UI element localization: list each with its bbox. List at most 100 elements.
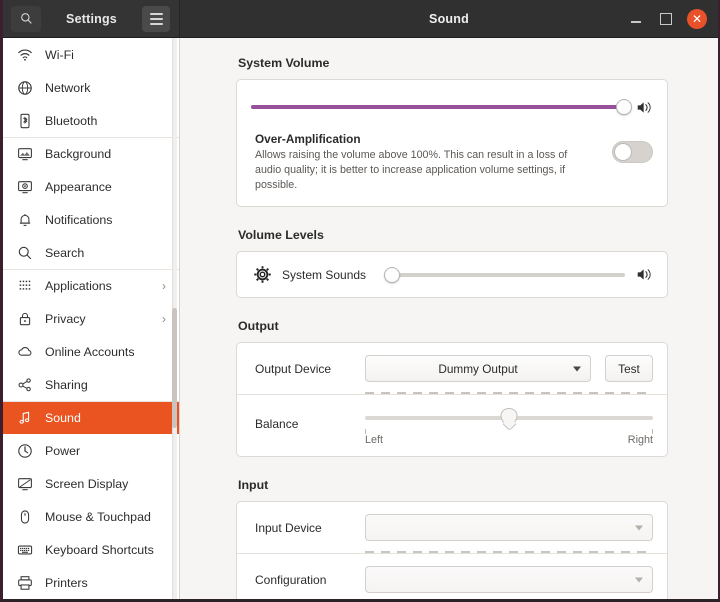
balance-slider-handle[interactable] [500,408,518,426]
sidebar-item-mouse-touchpad[interactable]: Mouse & Touchpad [3,500,179,533]
sidebar-item-label: Screen Display [45,476,129,491]
sidebar-item-label: Keyboard Shortcuts [45,542,154,557]
sidebar-item-label: Notifications [45,212,113,227]
sidebar-list: Wi-Fi Network Bluetooth Background Appearanc… [3,38,179,599]
system-volume-slider[interactable] [251,98,632,116]
sidebar-item-power[interactable]: Power [3,434,179,467]
sidebar-item-printers[interactable]: Printers [3,566,179,599]
sidebar-scrollbar-thumb[interactable] [172,308,177,428]
balance-label: Balance [255,417,299,432]
sidebar-item-keyboard-shortcuts[interactable]: Keyboard Shortcuts [3,533,179,566]
sidebar-item-sound[interactable]: Sound [3,401,179,434]
chevron-down-icon [573,366,581,372]
maximize-button[interactable] [657,10,674,27]
slider-fill [251,105,624,109]
gear-icon [253,265,272,284]
input-device-dropdown[interactable] [365,514,653,542]
system-sounds-slider[interactable] [384,266,625,284]
sidebar-item-label: Mouse & Touchpad [45,509,151,524]
sidebar-item-notifications[interactable]: Notifications [3,203,179,236]
bell-icon [16,211,33,228]
appearance-icon [16,178,33,195]
cloud-icon [16,343,33,360]
sidebar-item-label: Privacy [45,311,86,326]
section-title-system-volume: System Volume [238,56,330,70]
configuration-dropdown[interactable] [365,566,653,594]
chevron-right-icon: › [162,279,166,293]
input-level-meter [365,551,653,554]
over-amplification-toggle[interactable] [612,141,653,163]
minimize-button[interactable] [627,10,644,27]
over-amplification-text: Over-Amplification Allows raising the vo… [255,132,600,192]
sidebar-item-appearance[interactable]: Appearance [3,170,179,203]
sidebar-item-search[interactable]: Search [3,236,179,269]
balance-left-label: Left [365,434,384,447]
sidebar-item-wi-fi[interactable]: Wi-Fi [3,38,179,71]
chevron-down-icon [635,577,643,583]
search-button[interactable] [11,5,41,32]
speaker-volume-icon [635,98,653,116]
slider-handle[interactable] [616,99,632,115]
window-controls: ✕ [627,8,718,29]
screen-display-icon [16,475,33,492]
output-card: Output Device Dummy Output Test Balance [236,342,668,458]
balance-endpoints: Left Right [365,434,653,446]
power-icon [16,442,33,459]
sidebar-item-bluetooth[interactable]: Bluetooth [3,104,179,137]
wifi-icon [16,46,33,63]
configuration-label: Configuration [255,572,327,587]
input-device-label: Input Device [255,520,322,535]
section-title-input: Input [238,478,269,493]
settings-window: Settings Sound ✕ Wi-Fi Network Bluetooth Ba… [0,0,720,602]
sidebar-item-label: Bluetooth [45,113,98,128]
background-icon [16,146,33,163]
input-device-row: Input Device [237,502,667,554]
test-button[interactable]: Test [605,355,653,383]
titlebar-main-section: Sound ✕ [180,0,718,37]
printer-icon [16,574,33,591]
slider-handle[interactable] [384,266,401,283]
chevron-down-icon [635,525,643,531]
search-icon [20,13,32,24]
settings-title: Settings [66,11,117,26]
main-content: System Volume Over-Amplification Allows … [180,38,718,599]
sidebar-item-online-accounts[interactable]: Online Accounts [3,335,179,368]
share-nodes-icon [16,376,33,393]
lock-icon [16,310,33,327]
output-device-dropdown[interactable]: Dummy Output [365,355,591,383]
hamburger-menu-icon[interactable] [142,5,170,32]
input-card: Input Device Configuration [236,501,668,599]
balance-control: Left Right [365,407,653,446]
sidebar-item-label: Power [45,443,81,458]
speaker-volume-icon [635,266,653,284]
sidebar-item-applications[interactable]: Applications › [3,269,179,302]
sidebar-item-background[interactable]: Background [3,137,179,170]
keyboard-icon [16,541,33,558]
sidebar-item-sharing[interactable]: Sharing [3,368,179,401]
title-bar: Settings Sound ✕ [3,0,718,38]
applications-grid-icon [16,278,33,295]
sidebar: Wi-Fi Network Bluetooth Background Appearanc… [3,38,180,599]
chevron-right-icon: › [162,311,166,326]
network-globe-icon [16,79,33,96]
system-volume-row [237,80,667,122]
sidebar-item-screen-display[interactable]: Screen Display [3,467,179,500]
music-note-icon [16,410,33,427]
sidebar-item-label: Network [45,80,91,95]
section-title-volume-levels: Volume Levels [238,228,324,243]
balance-slider[interactable] [365,407,653,429]
sidebar-item-label: Sharing [45,377,88,392]
volume-level-name: System Sounds [282,267,367,282]
sidebar-item-network[interactable]: Network [3,71,179,104]
slider-track [384,272,625,277]
system-volume-card: Over-Amplification Allows raising the vo… [236,79,668,208]
section-title-output: Output [238,319,279,334]
balance-ticks [365,429,653,435]
close-button[interactable]: ✕ [687,8,707,29]
balance-right-label: Right [627,434,653,447]
sidebar-item-privacy[interactable]: Privacy › [3,302,179,335]
volume-levels-card: System Sounds [236,251,668,299]
output-device-row: Output Device Dummy Output Test [237,343,667,395]
bluetooth-icon [16,112,33,129]
output-device-label: Output Device [255,361,332,376]
